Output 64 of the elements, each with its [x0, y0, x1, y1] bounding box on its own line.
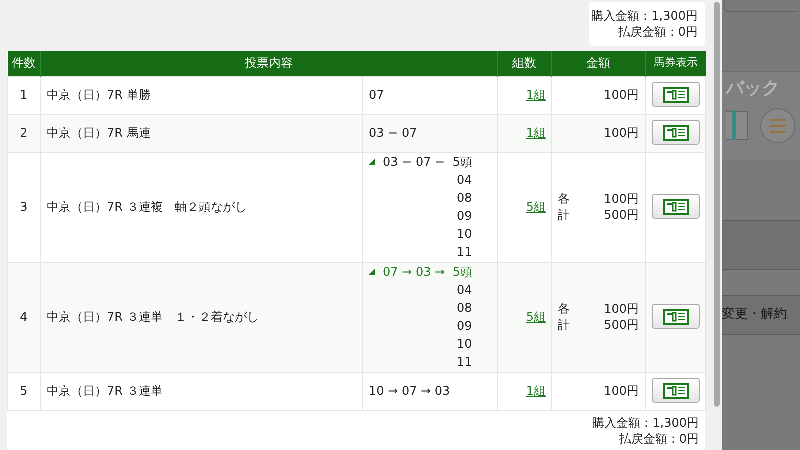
- purchase-amount: 購入金額：1,300円: [592, 8, 698, 24]
- amount-value: 100円: [604, 301, 639, 317]
- horse-number: 10: [457, 336, 472, 353]
- column-header: 投票内容: [40, 51, 498, 76]
- horse-number: 10: [457, 226, 472, 243]
- scrollbar[interactable]: [712, 0, 722, 450]
- amount-label: 計: [558, 207, 570, 223]
- combination-text: 10 → 07 → 03: [369, 384, 450, 398]
- ticket-icon: [662, 198, 688, 215]
- table-cell: 中京（日）7R ３連単: [40, 372, 362, 410]
- ticket-icon: [662, 382, 688, 399]
- horse-number: 04: [457, 282, 472, 299]
- amount-value: 100円: [604, 87, 639, 103]
- ticket-button[interactable]: [652, 304, 700, 330]
- menu-item-text: 変更・解約: [722, 306, 787, 324]
- payout-amount: 払戻金額：0円: [618, 24, 698, 40]
- ticket-icon: [662, 308, 688, 325]
- horse-number: 09: [457, 318, 472, 335]
- payout-amount: 払戻金額：0円: [619, 430, 699, 446]
- combination-text: 07 → 03 → 5頭: [383, 264, 472, 281]
- count-link[interactable]: 5組: [526, 200, 546, 214]
- amount-value: 100円: [604, 383, 639, 399]
- combination-text: 03 − 07 − 5頭: [383, 154, 472, 171]
- combination-text: 07: [369, 88, 384, 102]
- column-header: 馬券表示: [646, 51, 706, 76]
- amount-label: 各: [558, 191, 570, 207]
- triangle-icon: [369, 269, 375, 275]
- horse-number: 09: [457, 208, 472, 225]
- amount-value: 500円: [604, 317, 639, 333]
- table-cell: 2: [8, 114, 40, 152]
- amount-value: 500円: [604, 207, 639, 223]
- count-link[interactable]: 1組: [526, 126, 546, 140]
- amount-value: 100円: [604, 191, 639, 207]
- horse-number: 08: [457, 300, 472, 317]
- triangle-icon: [369, 159, 375, 165]
- table-cell: 中京（日）7R ３連単 １・２着ながし: [40, 262, 362, 372]
- ticket-icon: [662, 124, 688, 141]
- table-cell: 中京（日）7R ３連複 軸２頭ながし: [40, 152, 362, 262]
- count-link[interactable]: 1組: [526, 384, 546, 398]
- amount-value: 100円: [604, 125, 639, 141]
- booklet-drawing: [726, 106, 796, 146]
- count-link[interactable]: 1組: [526, 88, 546, 102]
- table-cell: 中京（日）7R 馬連: [40, 114, 362, 152]
- horse-number: 11: [457, 354, 472, 371]
- amount-label: 各: [558, 301, 570, 317]
- purchase-amount: 購入金額：1,300円: [592, 414, 699, 430]
- column-header: 件数: [8, 51, 40, 76]
- combination-text: 03 − 07: [369, 126, 418, 140]
- ticket-button[interactable]: [652, 194, 700, 220]
- ticket-button[interactable]: [652, 120, 700, 146]
- horse-number: 11: [457, 244, 472, 261]
- table-cell: 1: [8, 76, 40, 114]
- ticket-button[interactable]: [652, 82, 700, 108]
- table-cell: 5: [8, 372, 40, 410]
- table-cell: 3: [8, 152, 40, 262]
- ticket-button[interactable]: [652, 378, 700, 404]
- ticket-icon: [662, 86, 688, 103]
- count-link[interactable]: 5組: [526, 310, 546, 324]
- column-header: 組数: [498, 51, 552, 76]
- table-cell: 4: [8, 262, 40, 372]
- horse-number: 04: [457, 172, 472, 189]
- table-cell: 中京（日）7R 単勝: [40, 76, 362, 114]
- horse-number: 08: [457, 190, 472, 207]
- amount-label: 計: [558, 317, 570, 333]
